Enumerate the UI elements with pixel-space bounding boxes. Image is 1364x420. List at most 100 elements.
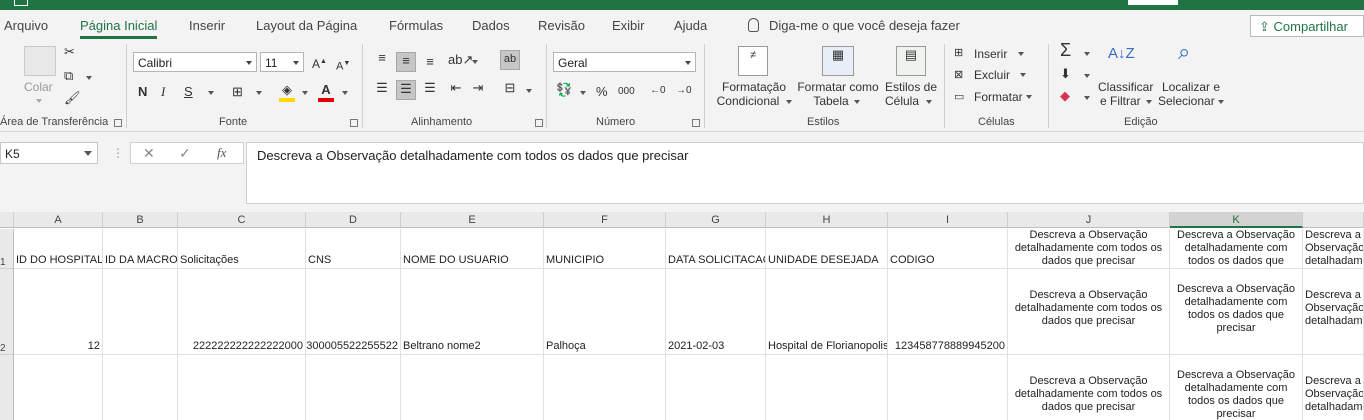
align-center-icon[interactable]: ☰ xyxy=(396,80,416,100)
column-header-c[interactable]: C xyxy=(178,212,306,228)
column-header-l[interactable] xyxy=(1303,212,1364,228)
decrease-font-icon[interactable]: A▼ xyxy=(336,56,350,75)
copy-dropdown-icon[interactable] xyxy=(86,76,92,80)
cell-d2[interactable]: 300005522255522 xyxy=(306,269,401,355)
cell-a3[interactable] xyxy=(14,355,103,420)
cell-e1[interactable]: NOME DO USUARIO xyxy=(401,229,544,269)
tell-me-box[interactable]: Diga-me o que você deseja fazer xyxy=(748,18,960,33)
find-select-label-2[interactable]: Selecionar xyxy=(1158,94,1215,108)
cell-i1[interactable]: CODIGO xyxy=(888,229,1008,269)
row-header-2[interactable]: 2 xyxy=(0,269,14,355)
thousands-button[interactable]: 000 xyxy=(618,84,635,100)
paste-dropdown-icon[interactable] xyxy=(36,99,42,103)
paste-icon[interactable] xyxy=(24,46,56,76)
alignment-launcher-icon[interactable] xyxy=(535,119,543,127)
underline-button[interactable]: S xyxy=(184,84,193,100)
clear-dropdown-icon[interactable] xyxy=(1084,96,1090,100)
row-header-3[interactable] xyxy=(0,355,14,420)
merge-center-icon[interactable]: ⊟ xyxy=(500,80,520,100)
column-header-e[interactable]: E xyxy=(401,212,544,228)
select-all-corner[interactable] xyxy=(0,212,14,228)
find-select-dropdown-icon[interactable] xyxy=(1218,100,1224,104)
increase-indent-icon[interactable]: ⇥ xyxy=(468,80,488,100)
cell-j1[interactable]: Descreva a Observação detalhadamente com… xyxy=(1008,229,1170,269)
accounting-dropdown-icon[interactable] xyxy=(580,91,586,95)
account-box[interactable] xyxy=(1128,0,1178,5)
cell-b1[interactable]: ID DA MACRO xyxy=(103,229,178,269)
cell-k1[interactable]: Descreva a Observação detalhadamente com… xyxy=(1170,229,1303,269)
fill-color-dropdown-icon[interactable] xyxy=(302,91,308,95)
column-header-f[interactable]: F xyxy=(544,212,666,228)
underline-dropdown-icon[interactable] xyxy=(208,91,214,95)
cell-c1[interactable]: Solicitações xyxy=(178,229,306,269)
font-color-icon[interactable]: A xyxy=(318,82,334,102)
column-header-k[interactable]: K xyxy=(1170,212,1303,228)
conditional-formatting-label-1[interactable]: Formatação xyxy=(714,80,794,94)
tab-pagina-inicial[interactable]: Página Inicial xyxy=(80,18,158,39)
orientation-icon[interactable]: ab↗ xyxy=(448,52,473,68)
cell-a1[interactable]: ID DO HOSPITAL xyxy=(14,229,103,269)
cell-styles-icon[interactable]: ▤ xyxy=(896,46,926,76)
cell-i3[interactable] xyxy=(888,355,1008,420)
tab-dados[interactable]: Dados xyxy=(472,18,510,33)
column-header-a[interactable]: A xyxy=(14,212,103,228)
borders-icon[interactable]: ⊞ xyxy=(232,84,243,100)
format-cells-icon[interactable]: ▭ xyxy=(954,89,964,105)
cell-g2[interactable]: 2021-02-03 xyxy=(666,269,766,355)
format-painter-icon[interactable]: 🖌 xyxy=(64,90,81,106)
cell-e3[interactable] xyxy=(401,355,544,420)
column-header-h[interactable]: H xyxy=(766,212,888,228)
conditional-dropdown-icon[interactable] xyxy=(786,100,792,104)
wrap-text-icon[interactable]: ab xyxy=(500,50,520,70)
format-cells-label[interactable]: Formatar xyxy=(974,90,1023,104)
sort-filter-icon[interactable]: A↓Z xyxy=(1108,46,1135,62)
row-header-1[interactable]: 1 xyxy=(0,229,14,269)
clear-icon[interactable]: ◆ xyxy=(1060,88,1070,104)
orientation-dropdown-icon[interactable] xyxy=(472,60,478,64)
column-header-b[interactable]: B xyxy=(103,212,178,228)
copy-icon[interactable]: ⧉ xyxy=(64,68,73,84)
italic-button[interactable]: I xyxy=(161,84,165,100)
tab-exibir[interactable]: Exibir xyxy=(612,18,645,33)
cell-j2[interactable]: Descreva a Observação detalhadamente com… xyxy=(1008,269,1170,355)
cell-k2[interactable]: Descreva a Observação detalhadamente com… xyxy=(1170,269,1303,355)
decrease-indent-icon[interactable]: ⇤ xyxy=(446,80,466,100)
tab-formulas[interactable]: Fórmulas xyxy=(389,18,443,33)
cell-f1[interactable]: MUNICIPIO xyxy=(544,229,666,269)
cell-a2[interactable]: 12 xyxy=(14,269,103,355)
conditional-formatting-label-2[interactable]: Condicional xyxy=(712,94,784,108)
cell-c2[interactable]: 222222222222222000 xyxy=(178,269,306,355)
font-color-dropdown-icon[interactable] xyxy=(342,91,348,95)
insert-dropdown-icon[interactable] xyxy=(1018,52,1024,56)
align-left-icon[interactable]: ☰ xyxy=(372,80,392,100)
font-launcher-icon[interactable] xyxy=(350,119,358,127)
cut-icon[interactable]: ✂ xyxy=(64,44,75,60)
fill-icon[interactable]: ⬇ xyxy=(1060,66,1071,82)
borders-dropdown-icon[interactable] xyxy=(256,91,262,95)
font-name-select[interactable]: Calibri xyxy=(133,52,257,72)
column-header-g[interactable]: G xyxy=(666,212,766,228)
cell-b2[interactable] xyxy=(103,269,178,355)
tab-inserir[interactable]: Inserir xyxy=(189,18,225,33)
fill-dropdown-icon[interactable] xyxy=(1084,74,1090,78)
accounting-format-icon[interactable]: 💱 xyxy=(556,82,572,98)
cell-styles-label-2[interactable]: Célula xyxy=(882,94,922,108)
cell-l3[interactable]: Descreva a Observação detalhadamente xyxy=(1303,355,1364,420)
bold-button[interactable]: N xyxy=(138,84,147,100)
percent-button[interactable]: % xyxy=(596,84,608,100)
formula-input[interactable]: Descreva a Observação detalhadamente com… xyxy=(246,142,1364,204)
column-header-j[interactable]: J xyxy=(1008,212,1170,228)
delete-cells-label[interactable]: Excluir xyxy=(974,68,1010,82)
tab-arquivo[interactable]: Arquivo xyxy=(4,18,48,33)
fill-color-icon[interactable]: ◈ xyxy=(279,82,295,102)
save-icon[interactable] xyxy=(14,0,28,6)
format-as-table-icon[interactable]: ▦ xyxy=(822,46,854,76)
enter-icon[interactable]: ✓ xyxy=(179,145,191,162)
align-top-icon[interactable]: ≡ xyxy=(372,50,392,70)
cell-styles-dropdown-icon[interactable] xyxy=(926,100,932,104)
sort-filter-label-2[interactable]: e Filtrar xyxy=(1100,94,1141,108)
cell-styles-label-1[interactable]: Estilos de xyxy=(882,80,940,94)
cell-j3[interactable]: Descreva a Observação detalhadamente com… xyxy=(1008,355,1170,420)
delete-dropdown-icon[interactable] xyxy=(1020,73,1026,77)
number-launcher-icon[interactable] xyxy=(692,119,700,127)
